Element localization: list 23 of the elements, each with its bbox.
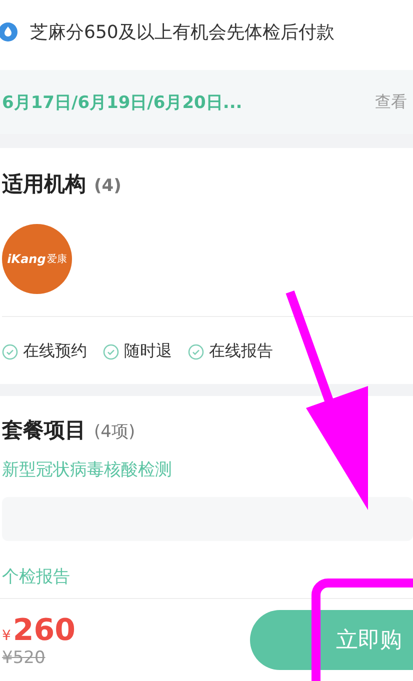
logo-text: 爱康	[46, 252, 67, 266]
package-item[interactable]: 新型冠状病毒核酸检测	[2, 458, 413, 481]
check-circle-icon	[188, 344, 204, 360]
count-label: (4)	[94, 176, 122, 196]
view-link[interactable]: 查看	[375, 92, 407, 112]
original-price: ¥520	[2, 648, 46, 668]
report-link[interactable]: 个检报告	[2, 565, 413, 588]
currency-symbol: ¥	[2, 628, 11, 644]
check-circle-icon	[103, 344, 119, 360]
check-circle-icon	[2, 344, 18, 360]
feature-label: 在线报告	[209, 341, 273, 362]
feature-label: 随时退	[124, 341, 172, 362]
section-title: 适用机构	[2, 171, 86, 198]
buy-button[interactable]: 立即购	[250, 610, 413, 670]
brand-logo[interactable]: iKang爱康	[2, 224, 72, 294]
count-label: (4项)	[94, 421, 136, 443]
credit-notice: 芝麻分650及以上有机会先体检后付款	[30, 21, 334, 44]
feature-label: 在线预约	[23, 341, 87, 362]
logo-text: iKang	[7, 252, 46, 266]
section-title: 套餐项目	[2, 417, 86, 444]
drop-icon	[0, 22, 18, 42]
price: 260	[12, 612, 76, 648]
available-dates: 6月17日/6月19日/6月20日...	[2, 92, 242, 114]
